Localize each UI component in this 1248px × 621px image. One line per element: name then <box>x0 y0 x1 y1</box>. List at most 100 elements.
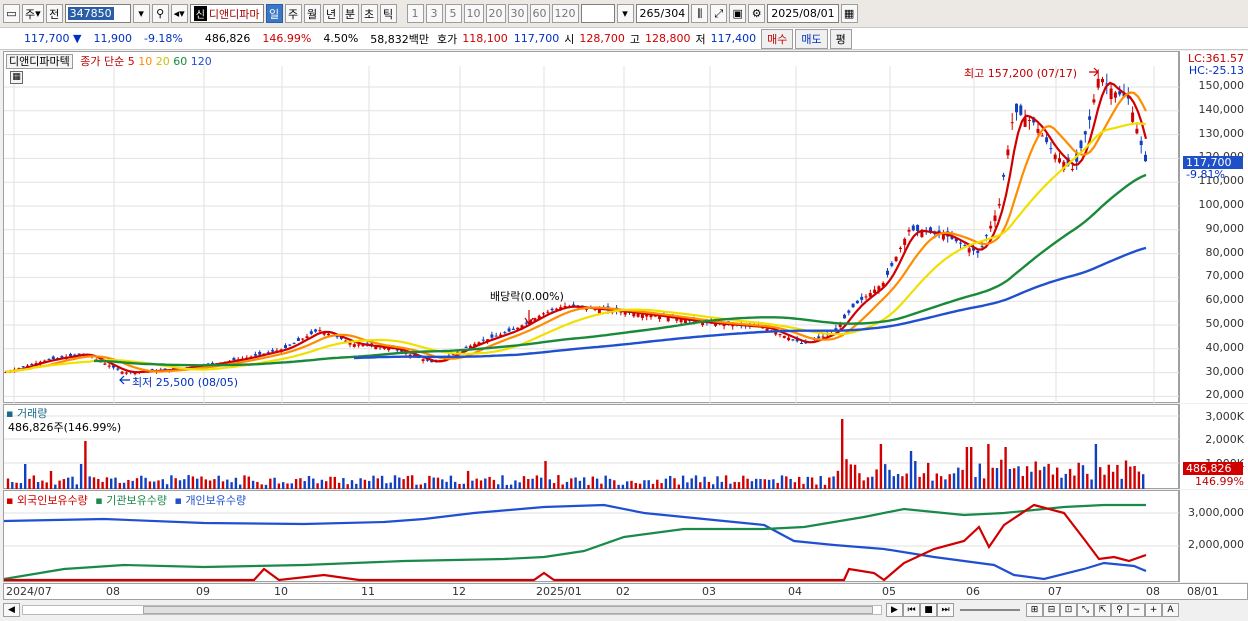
interval-30[interactable]: 30 <box>507 4 528 23</box>
volume-bar <box>527 478 530 489</box>
volume-bar <box>518 482 521 489</box>
candle-body <box>314 329 318 332</box>
candle-body <box>1036 128 1040 133</box>
tile-icon[interactable]: ⊟ <box>1043 603 1060 617</box>
volume-bar <box>608 478 612 489</box>
interval-dropdown-icon[interactable]: ▾ <box>616 4 634 23</box>
interval-3[interactable]: 3 <box>425 4 443 23</box>
buy-button[interactable]: 매수 <box>761 28 794 49</box>
prev-button[interactable]: 전 <box>45 4 63 23</box>
candle-body <box>976 250 980 253</box>
sell-button[interactable]: 매도 <box>795 28 828 49</box>
next-icon[interactable]: ⏭ <box>937 603 954 617</box>
layout2-icon[interactable]: ⊡ <box>1060 603 1077 617</box>
volume-bar <box>497 484 500 489</box>
period-month[interactable]: 월 <box>303 4 321 23</box>
prev-icon[interactable]: ⏮ <box>903 603 920 617</box>
zoom-in-icon[interactable]: + <box>1145 603 1162 617</box>
drag-icon[interactable]: ⇱ <box>1094 603 1111 617</box>
volume-bar <box>436 477 440 489</box>
chart-scrollbar[interactable]: ◀ ▶ ⏮ ■ ⏭ ⊞ ⊟ ⊡ ⤡ ⇱ ⚲ − + A <box>3 601 1248 619</box>
gear-icon[interactable]: ⚙ <box>748 4 766 23</box>
period-tick[interactable]: 틱 <box>379 4 397 23</box>
stop-icon[interactable]: ■ <box>920 603 937 617</box>
interval-120[interactable]: 120 <box>551 4 579 23</box>
period-year[interactable]: 년 <box>322 4 340 23</box>
volume-panel[interactable]: ▪ 거래량 486,826주(146.99%) <box>3 404 1180 489</box>
period-week[interactable]: 주 <box>284 4 302 23</box>
interval-60[interactable]: 60 <box>529 4 550 23</box>
scroll-thumb[interactable] <box>143 606 873 614</box>
volume-bar <box>823 484 827 489</box>
layout-icon[interactable]: ▭ <box>3 4 20 23</box>
sound-icon[interactable]: ◂▾ <box>170 4 188 23</box>
grid-icon[interactable]: ⊞ <box>1026 603 1043 617</box>
price-tick-label: 30,000 <box>1205 364 1245 378</box>
volume-bar <box>380 475 384 489</box>
zoom-out-icon[interactable]: − <box>1128 603 1145 617</box>
price-tick-label: 40,000 <box>1205 340 1245 354</box>
volume-bar <box>552 483 556 489</box>
code-dropdown-icon[interactable]: ▾ <box>132 4 150 23</box>
search-icon[interactable]: ⚲ <box>151 4 169 23</box>
candle-body <box>1079 140 1083 149</box>
volume-bar <box>333 476 336 489</box>
cursor-icon[interactable]: ⤡ <box>1077 603 1094 617</box>
volume-bar <box>1077 462 1080 489</box>
interval-10[interactable]: 10 <box>463 4 484 23</box>
credit-badge: 신 <box>193 6 207 21</box>
count-field[interactable]: 265/304 <box>635 4 690 23</box>
candle-body <box>959 242 963 244</box>
interval-1[interactable]: 1 <box>406 4 424 23</box>
holdings-panel[interactable]: ▪ 외국인보유수량 ▪ 기관보유수량 ▪ 개인보유수량 <box>3 490 1180 582</box>
open-price: 128,700 <box>579 32 625 45</box>
volume-bar <box>664 478 668 489</box>
hold-tick-2m: 2,000,000 <box>1188 538 1244 551</box>
volume-bar <box>780 475 784 489</box>
stock-code-input[interactable]: 347850 <box>64 4 131 23</box>
play-icon[interactable]: ▶ <box>886 603 903 617</box>
font-size-icon[interactable]: A <box>1162 603 1179 617</box>
volume-bar <box>798 476 801 489</box>
candle-body <box>860 296 864 300</box>
volume-bar <box>230 482 233 489</box>
market-select[interactable]: 주 ▾ <box>22 4 44 23</box>
volume-bar <box>79 464 83 489</box>
draw-icon[interactable]: ⤢ <box>710 4 728 23</box>
candle-body <box>1070 168 1074 170</box>
interval-20[interactable]: 20 <box>485 4 506 23</box>
volume-bar <box>122 482 126 489</box>
x-axis-label: 04 <box>788 585 802 598</box>
volume-bar <box>755 478 758 489</box>
volume-bar <box>1129 466 1132 489</box>
stock-name-field[interactable]: 신 디앤디파마 <box>189 4 264 23</box>
custom-interval-input[interactable] <box>580 4 615 23</box>
holdings-y-axis: 3,000,000 2,000,000 <box>1179 490 1248 582</box>
scroll-left-icon[interactable]: ◀ <box>3 603 20 617</box>
period-day[interactable]: 일 <box>265 4 283 23</box>
volume-bar <box>286 483 289 489</box>
interval-5[interactable]: 5 <box>444 4 462 23</box>
date-field[interactable]: 2025/08/01 <box>767 4 839 23</box>
high-annotation: 최고 157,200 (07/17) <box>964 67 1078 80</box>
scroll-track[interactable] <box>22 605 882 615</box>
zoom-icon[interactable]: ⚲ <box>1111 603 1128 617</box>
volume-bar <box>841 419 844 489</box>
calendar-icon[interactable]: ▦ <box>840 4 858 23</box>
volume-bar <box>406 475 410 489</box>
volume-bar <box>583 477 586 489</box>
period-second[interactable]: 초 <box>360 4 378 23</box>
x-axis-right-label: 08/01 <box>1187 585 1219 598</box>
candle-icon[interactable]: ⫼ <box>691 4 709 23</box>
speed-slider[interactable] <box>960 609 1020 611</box>
legend-foreign: ▪ 외국인보유수량 <box>6 494 88 507</box>
price-chart-panel[interactable]: 디앤디파마텍 종가 단순 5 10 20 60 120 ▦ 최고 157,200… <box>3 51 1180 404</box>
save-icon[interactable]: ▣ <box>729 4 747 23</box>
volume-bar <box>1030 471 1033 489</box>
volume-bar <box>501 475 504 489</box>
eval-button[interactable]: 평 <box>829 28 852 49</box>
volume-bar <box>634 483 637 489</box>
table-icon[interactable]: ▦ <box>10 71 23 84</box>
period-minute[interactable]: 분 <box>341 4 359 23</box>
volume-bar <box>712 484 715 489</box>
